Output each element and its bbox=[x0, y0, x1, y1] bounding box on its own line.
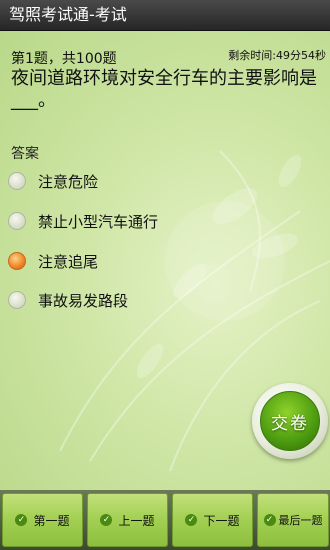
app-title-bar: 驾照考试通-考试 bbox=[0, 0, 330, 31]
next-question-button[interactable]: ✓ 下一题 bbox=[172, 493, 253, 547]
radio-button[interactable] bbox=[8, 172, 26, 190]
nav-button-label: 第一题 bbox=[33, 513, 70, 528]
answer-label: 答案 bbox=[11, 146, 39, 162]
nav-button-label: 最后一题 bbox=[278, 514, 323, 527]
check-icon: ✓ bbox=[263, 514, 276, 526]
first-question-button[interactable]: ✓ 第一题 bbox=[2, 493, 83, 547]
option-b[interactable]: 禁止小型汽车通行 bbox=[8, 208, 158, 234]
question-number: 第1题，共100题 bbox=[11, 51, 117, 67]
exam-panel: 第1题，共100题 剩余时间:49分54秒 夜间道路环境对安全行车的主要影响是_… bbox=[0, 31, 330, 490]
option-c[interactable]: 注意追尾 bbox=[8, 248, 98, 274]
option-d[interactable]: 事故易发路段 bbox=[8, 287, 128, 313]
submit-button-face[interactable]: 交卷 bbox=[260, 391, 320, 451]
option-label: 注意危险 bbox=[38, 172, 99, 191]
question-text: 夜间道路环境对安全行车的主要影响是___。 bbox=[11, 68, 317, 111]
check-icon: ✓ bbox=[100, 514, 113, 526]
option-label: 禁止小型汽车通行 bbox=[38, 212, 159, 231]
radio-button[interactable] bbox=[8, 291, 26, 309]
option-a[interactable]: 注意危险 bbox=[8, 168, 98, 194]
check-icon: ✓ bbox=[15, 514, 28, 526]
radio-button[interactable] bbox=[8, 212, 26, 230]
nav-button-label: 上一题 bbox=[118, 513, 155, 528]
bottom-nav-bar: ✓ 第一题 ✓ 上一题 ✓ 下一题 ✓ 最后一题 bbox=[0, 490, 330, 550]
option-label: 注意追尾 bbox=[38, 252, 99, 271]
last-question-button[interactable]: ✓ 最后一题 bbox=[257, 493, 329, 547]
check-icon: ✓ bbox=[185, 514, 198, 526]
nav-button-label: 下一题 bbox=[203, 513, 240, 528]
option-label: 事故易发路段 bbox=[38, 291, 129, 310]
submit-exam-button[interactable]: 交卷 bbox=[252, 383, 328, 459]
app-title: 驾照考试通-考试 bbox=[9, 5, 127, 24]
submit-label: 交卷 bbox=[271, 413, 309, 434]
previous-question-button[interactable]: ✓ 上一题 bbox=[87, 493, 168, 547]
radio-button-selected[interactable] bbox=[8, 252, 26, 270]
time-remaining: 剩余时间:49分54秒 bbox=[228, 49, 326, 62]
